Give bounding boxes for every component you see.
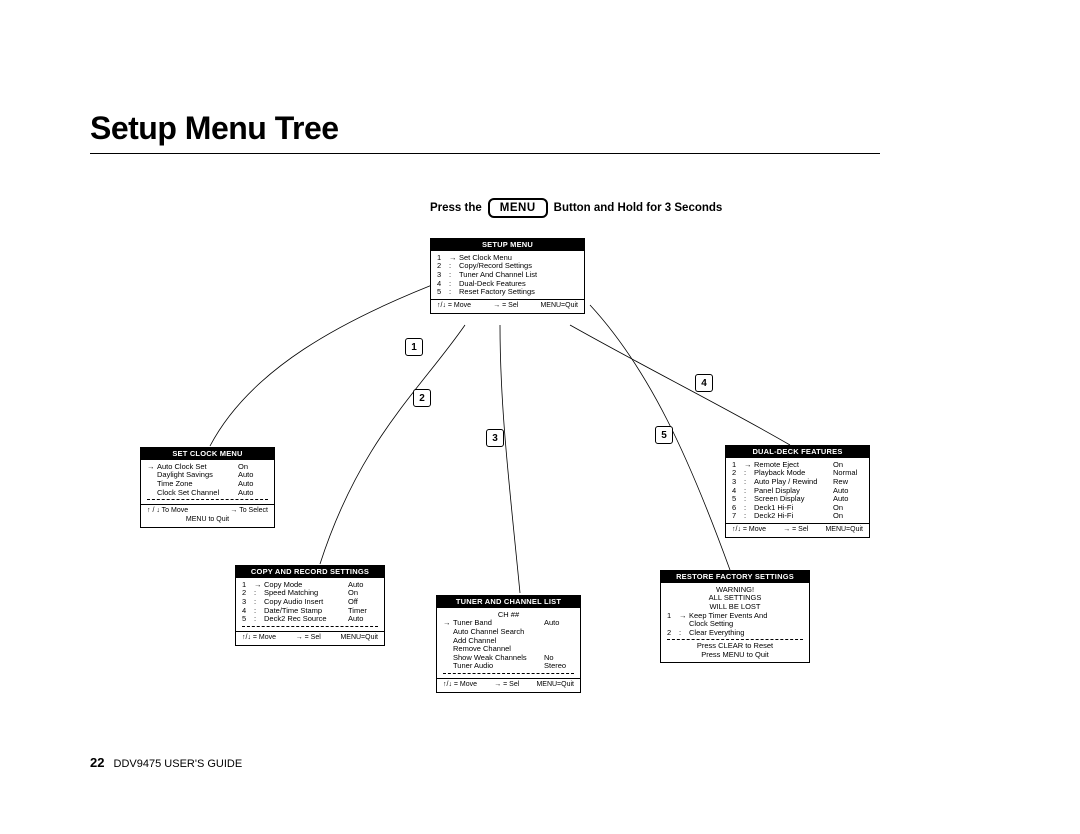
box-title: SETUP MENU — [431, 239, 584, 251]
branch-num-1: 1 — [405, 338, 423, 356]
box-tuner-channel: TUNER AND CHANNEL LIST CH ## →Tuner Band… — [436, 595, 581, 693]
box-restore-factory: RESTORE FACTORY SETTINGS WARNING! ALL SE… — [660, 570, 810, 663]
box-copy-record: COPY AND RECORD SETTINGS 1→Copy ModeAuto… — [235, 565, 385, 646]
branch-num-2: 2 — [413, 389, 431, 407]
box-set-clock-menu: SET CLOCK MENU →Auto Clock SetOn Dayligh… — [140, 447, 275, 528]
branch-num-3: 3 — [486, 429, 504, 447]
footer-guide-text: DDV9475 USER'S GUIDE — [114, 758, 243, 770]
page-footer: 22 DDV9475 USER'S GUIDE — [90, 755, 242, 770]
branch-num-5: 5 — [655, 426, 673, 444]
page: Setup Menu Tree Press the MENU Button an… — [90, 110, 990, 154]
branch-num-4: 4 — [695, 374, 713, 392]
page-number: 22 — [90, 755, 104, 770]
box-setup-menu: SETUP MENU 1→Set Clock Menu 2:Copy/Recor… — [430, 238, 585, 314]
box-dual-deck: DUAL-DECK FEATURES 1→Remote EjectOn 2:Pl… — [725, 445, 870, 538]
